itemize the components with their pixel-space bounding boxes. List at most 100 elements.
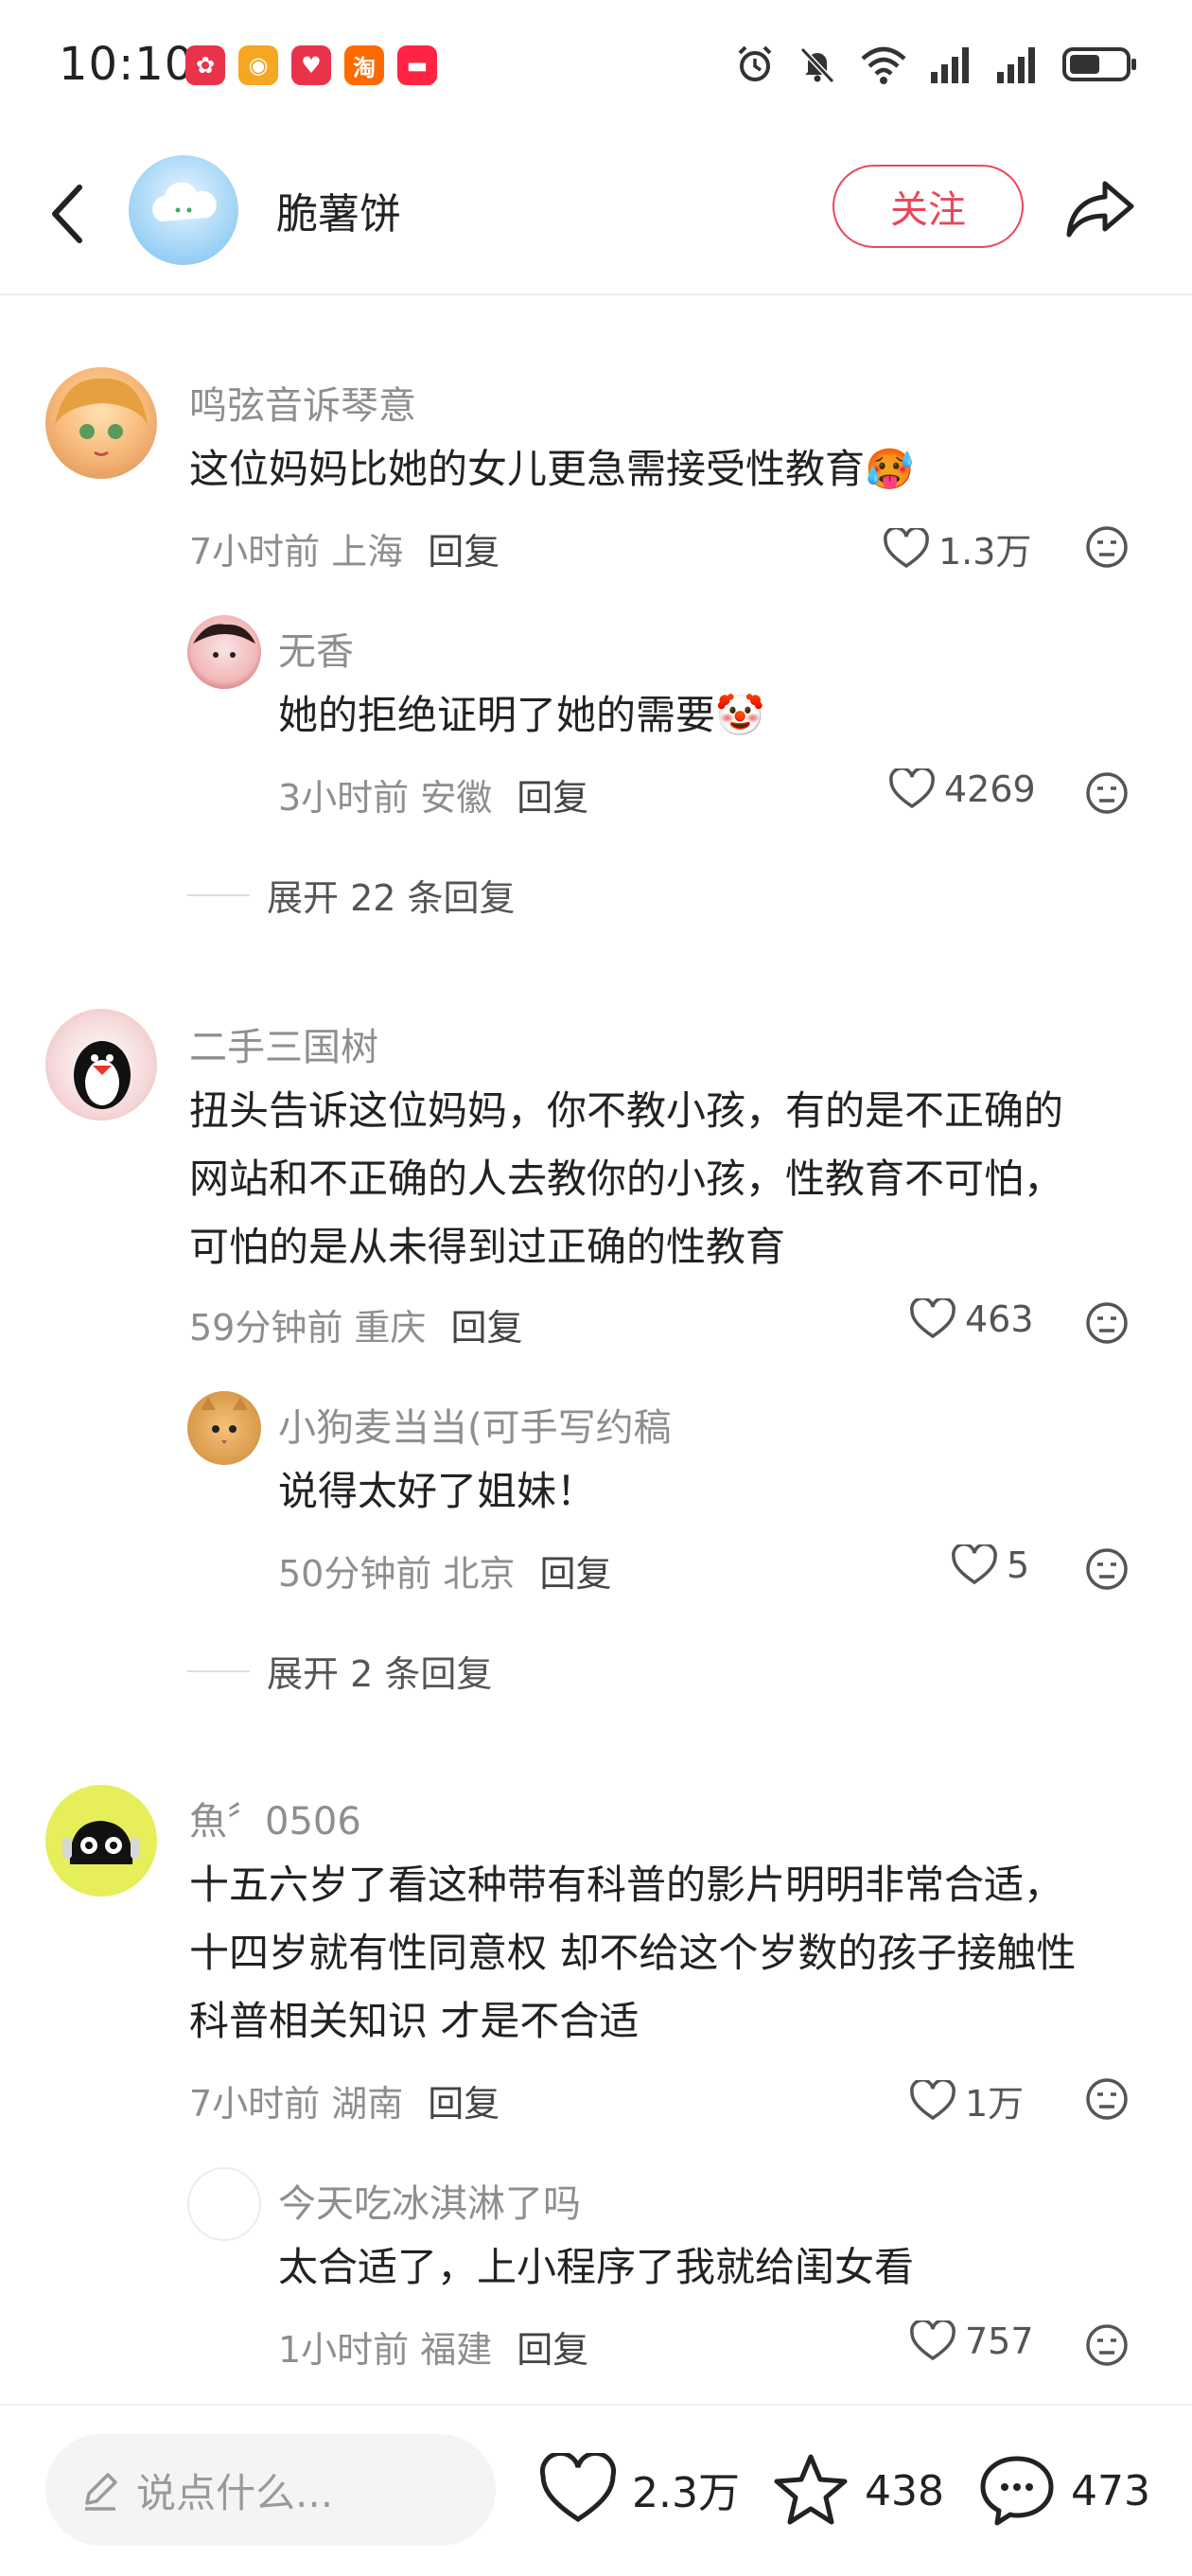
comment-input[interactable]: 说点什么... [45, 2434, 496, 2546]
dislike-icon[interactable] [1084, 1300, 1130, 1346]
wifi-icon [861, 46, 906, 84]
reply-button[interactable]: 回复 [450, 1307, 522, 1349]
reply-button[interactable]: 回复 [517, 2329, 588, 2371]
like-count: 1万 [965, 2083, 1025, 2125]
like-count: 1.3万 [938, 531, 1032, 573]
divider-line [187, 1669, 250, 1672]
cloud-icon [152, 182, 217, 221]
replier-avatar[interactable] [187, 2167, 261, 2241]
comment-text-line[interactable]: 十四岁就有性同意权 却不给这个岁数的孩子接触性 [189, 1919, 1076, 1987]
commenter-name[interactable]: 二手三国树 [189, 1016, 378, 1071]
commenter-avatar[interactable] [45, 1785, 157, 1897]
xiaohongshu-icon: ▬ [397, 45, 437, 85]
app-notification-icon-1: ✿ [185, 45, 225, 85]
heart-icon [910, 1298, 955, 1339]
comment-meta: 7小时前 上海 回复 [189, 522, 500, 574]
comment-meta: 59分钟前 重庆 回复 [189, 1298, 522, 1350]
reply-text[interactable]: 说得太好了姐妹！ [278, 1457, 596, 1526]
reply-text[interactable]: 她的拒绝证明了她的需要🤡 [278, 681, 764, 750]
heart-icon [910, 2320, 955, 2361]
like-button[interactable]: 4269 [889, 768, 1036, 810]
follow-button[interactable]: 关注 [833, 165, 1024, 248]
reply-button[interactable]: 回复 [428, 531, 500, 573]
post-comment-count: 473 [1071, 2466, 1150, 2515]
expand-replies-button[interactable]: 展开 22 条回复 [187, 869, 516, 921]
heart-icon [889, 768, 935, 809]
post-star-count: 438 [865, 2466, 944, 2515]
like-button[interactable]: 463 [910, 1298, 1034, 1340]
comment-text-line[interactable]: 扭头告诉这位妈妈，你不教小孩，有的是不正确的 [189, 1077, 1063, 1145]
like-button[interactable]: 1.3万 [884, 522, 1031, 574]
author-name[interactable]: 脆薯饼 [276, 180, 401, 240]
penguin-avatar-icon [74, 1041, 131, 1109]
like-count: 463 [965, 1298, 1034, 1340]
post-header: 脆薯饼 关注 [0, 142, 1192, 295]
comment-meta: 7小时前 湖南 回复 [189, 2074, 500, 2126]
expand-replies-label: 展开 22 条回复 [267, 877, 516, 919]
comment-text-line[interactable]: 网站和不正确的人去教你的小孩，性教育不可怕， [189, 1145, 1063, 1213]
comment-text-line[interactable]: 十五六岁了看这种带有科普的影片明明非常合适， [189, 1851, 1063, 1919]
reply-button[interactable]: 回复 [428, 2083, 500, 2125]
like-button[interactable]: 5 [952, 1544, 1029, 1586]
black-cat-avatar-icon [62, 1821, 140, 1864]
comment-bubble-icon [980, 2456, 1054, 2526]
replier-name[interactable]: 无香 [278, 621, 354, 676]
like-button[interactable]: 1万 [910, 2074, 1024, 2126]
comment-time-location: 7小时前 湖南 [189, 2083, 404, 2125]
expand-replies-button[interactable]: 展开 2 条回复 [187, 1645, 492, 1697]
divider-line [187, 893, 250, 896]
battery-icon [1062, 47, 1136, 81]
reply-button[interactable]: 回复 [517, 777, 588, 819]
dislike-icon[interactable] [1084, 2076, 1130, 2122]
comment-text[interactable]: 这位妈妈比她的女儿更急需接受性教育🥵 [189, 435, 914, 503]
comment-input-placeholder: 说点什么... [136, 2469, 334, 2516]
system-icons [734, 44, 1139, 85]
commenter-avatar[interactable] [45, 367, 157, 479]
commenter-name[interactable]: 鸣弦音诉琴意 [189, 375, 416, 430]
comment-time-location: 59分钟前 重庆 [189, 1307, 427, 1349]
commenter-avatar[interactable] [45, 1009, 157, 1120]
heart-icon [884, 527, 929, 568]
dislike-icon[interactable] [1084, 770, 1130, 816]
reply-time-location: 3小时前 安徽 [278, 777, 493, 819]
heart-icon [539, 2453, 617, 2522]
share-button[interactable] [1063, 170, 1139, 246]
expand-replies-label: 展开 2 条回复 [267, 1653, 493, 1695]
pen-icon [85, 2473, 117, 2511]
post-like-count: 2.3万 [632, 2469, 740, 2517]
replier-avatar[interactable] [187, 615, 261, 689]
cat-avatar-icon [201, 1397, 248, 1444]
replier-name[interactable]: 今天吃冰淇淋了吗 [278, 2173, 581, 2228]
commenter-name[interactable]: 魚〞0506 [189, 1791, 361, 1845]
dislike-icon[interactable] [1084, 2322, 1130, 2368]
status-bar: 10:10 ✿ ◉ ♥ 淘 ▬ [0, 0, 1192, 142]
dislike-icon[interactable] [1084, 524, 1130, 570]
comment-text-line[interactable]: 可怕的是从未得到过正确的性教育 [189, 1213, 785, 1281]
post-like-button[interactable]: 2.3万 [539, 2453, 740, 2525]
illustration-avatar-icon [193, 624, 255, 658]
back-button[interactable] [38, 176, 95, 252]
author-avatar[interactable] [129, 155, 238, 265]
heart-icon [910, 2079, 955, 2120]
reply-meta: 3小时前 安徽 回复 [278, 768, 588, 820]
replier-avatar[interactable] [187, 1391, 261, 1465]
like-count: 757 [965, 2320, 1034, 2362]
notification-icons: ✿ ◉ ♥ 淘 ▬ [185, 45, 437, 85]
status-time: 10:10 [59, 38, 195, 91]
anime-girl-avatar-icon [55, 378, 148, 456]
taobao-icon: 淘 [344, 45, 384, 85]
post-comment-button[interactable]: 473 [978, 2453, 1150, 2529]
comment-text-line[interactable]: 科普相关知识 才是不合适 [189, 1987, 639, 2056]
reply-text[interactable]: 太合适了，上小程序了我就给闺女看 [278, 2233, 914, 2302]
like-count: 5 [1007, 1544, 1030, 1586]
app-notification-icon-3: ♥ [291, 45, 331, 85]
post-star-button[interactable]: 438 [772, 2453, 944, 2529]
alarm-icon [738, 45, 772, 81]
bottom-action-bar: 说点什么... 2.3万 438 473 [0, 2404, 1192, 2576]
replier-name[interactable]: 小狗麦当当(可手写约稿 [278, 1397, 672, 1452]
dislike-icon[interactable] [1084, 1546, 1130, 1592]
like-button[interactable]: 757 [910, 2320, 1034, 2362]
star-icon [774, 2454, 848, 2525]
reply-button[interactable]: 回复 [539, 1553, 611, 1595]
reply-time-location: 50分钟前 北京 [278, 1553, 516, 1595]
